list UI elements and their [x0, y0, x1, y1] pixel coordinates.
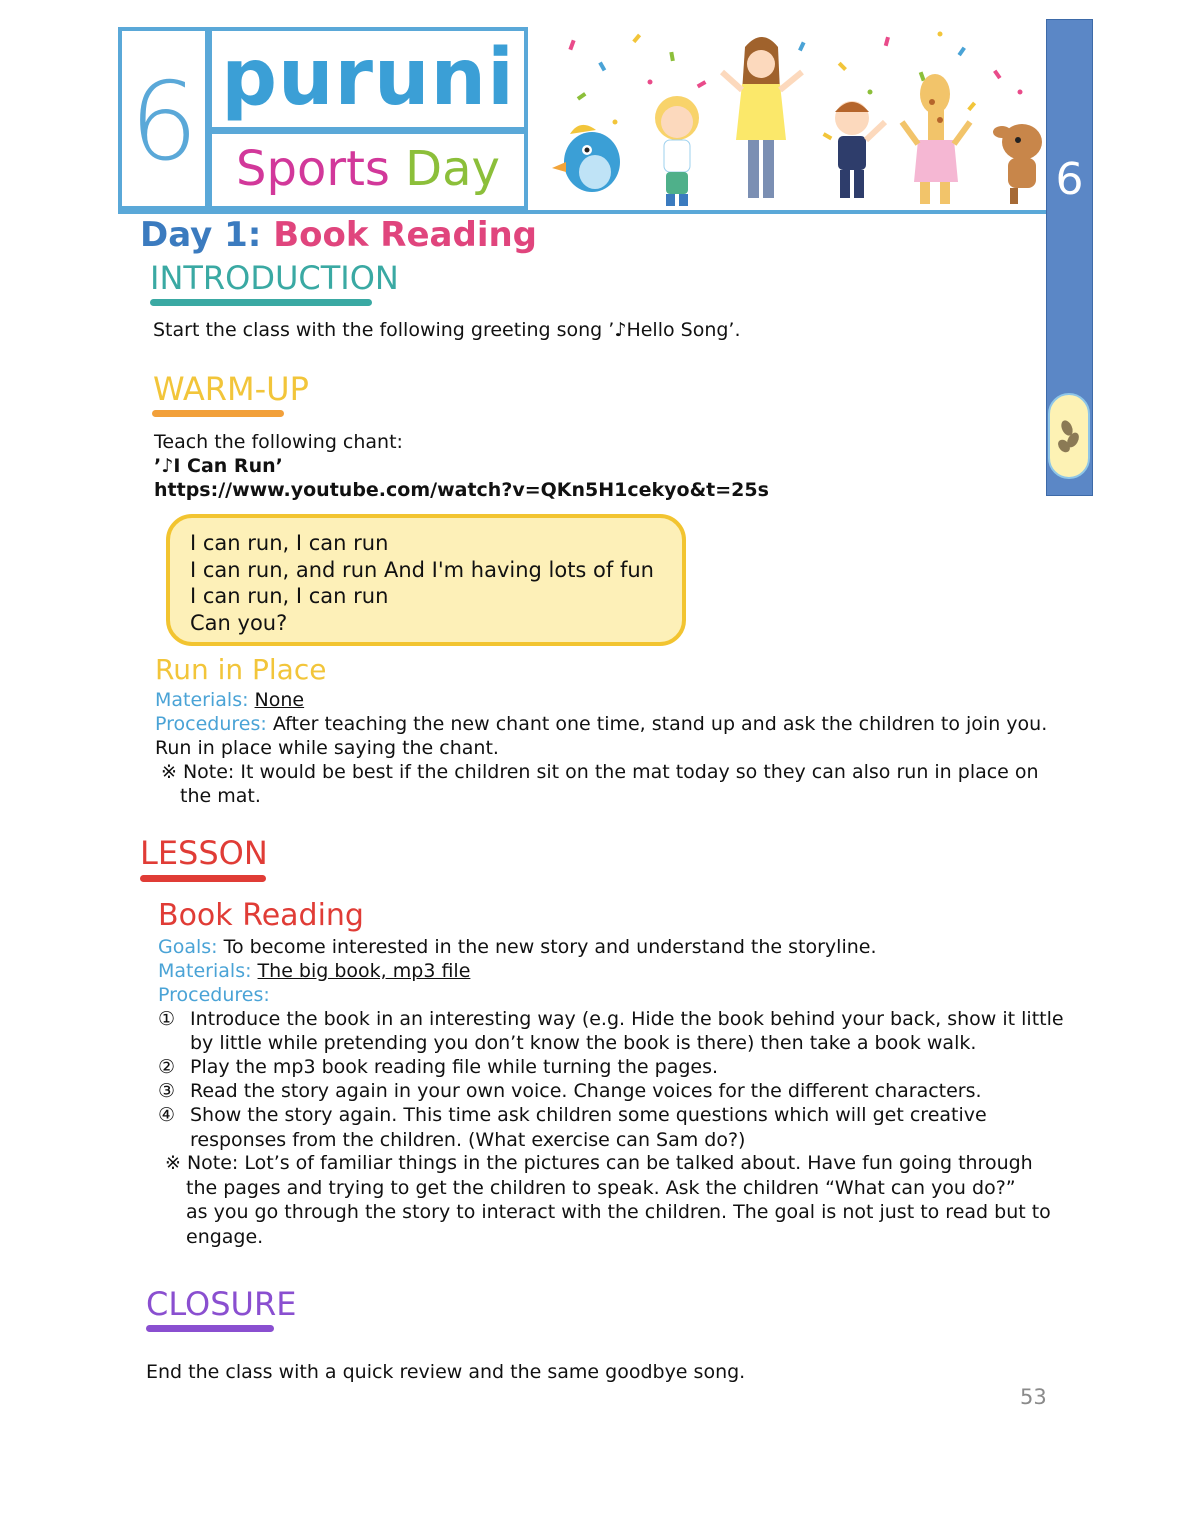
characters-illustration [552, 31, 1042, 206]
warmup-underline [152, 410, 284, 417]
side-tab-number: 6 [1055, 154, 1084, 205]
step-text: by little while pretending you don’t kno… [190, 1032, 977, 1054]
chant-line: Can you? [190, 610, 288, 635]
lesson-goals: Goals: To become interested in the new s… [158, 935, 877, 959]
chant-box: I can run, I can run I can run, and run … [166, 514, 686, 646]
subtitle-word-day: Day [405, 141, 500, 197]
activity-note-line: the mat. [180, 785, 261, 807]
lesson-materials: Materials: The big book, mp3 file [158, 959, 470, 983]
procedures-text: After teaching the new chant one time, s… [272, 713, 1048, 735]
bird-icon [552, 124, 620, 192]
teacher-icon [719, 37, 804, 198]
warmup-heading: WARM-UP [153, 370, 309, 408]
closure-text: End the class with a quick review and th… [146, 1361, 746, 1383]
page-number: 53 [1020, 1385, 1047, 1409]
boy-icon [835, 101, 888, 198]
chant-line: I can run, I can run [190, 584, 389, 608]
chant-line: I can run, I can run [190, 531, 389, 555]
step-text: Show the story again. This time ask chil… [190, 1104, 987, 1126]
warmup-song-title: ’♪I Can Run’ [154, 455, 283, 477]
materials-label: Materials: [158, 960, 252, 982]
closure-heading: CLOSURE [146, 1285, 297, 1323]
materials-value: The big book, mp3 file [257, 960, 471, 982]
introduction-text: Start the class with the following greet… [153, 319, 741, 341]
lesson-note-line: the pages and trying to get the children… [186, 1177, 1016, 1199]
introduction-heading: INTRODUCTION [150, 259, 399, 297]
step-text: Play the mp3 book reading file while tur… [190, 1056, 719, 1078]
lesson-note-line: engage. [186, 1226, 264, 1248]
subtitle-word-sports: Sports [236, 141, 390, 197]
giraffe-icon [899, 74, 973, 204]
procedures-label: Procedures: [155, 713, 267, 735]
step-number: ① [158, 1008, 176, 1030]
lesson-underline [140, 875, 266, 882]
goals-label: Goals: [158, 936, 218, 958]
unit-number: 6 [129, 60, 199, 185]
step-number: ② [158, 1056, 176, 1078]
warmup-intro: Teach the following chant: [154, 431, 403, 453]
warmup-song-link[interactable]: https://www.youtube.com/watch?v=QKn5H1ce… [154, 478, 769, 502]
activity-title: Run in Place [155, 653, 327, 686]
step-number: ④ [158, 1104, 176, 1126]
title-name: Book Reading [273, 215, 538, 255]
materials-value: None [254, 689, 305, 711]
introduction-underline [150, 299, 372, 306]
blonde-girl-icon [655, 96, 699, 206]
deer-icon [993, 124, 1042, 204]
activity-procedures: Procedures: After teaching the new chant… [155, 712, 1047, 736]
lesson-note-line: ※ Note: Lot’s of familiar things in the … [165, 1152, 1033, 1174]
goals-text: To become interested in the new story an… [223, 936, 877, 958]
step-text: Read the story again in your own voice. … [190, 1080, 982, 1102]
title-day: Day 1: [140, 215, 262, 255]
lesson-note-line: as you go through the story to interact … [186, 1201, 1051, 1223]
step-text: responses from the children. (What exerc… [190, 1129, 746, 1151]
lesson-heading: LESSON [140, 834, 268, 872]
chant-line: I can run, and run And I'm having lots o… [190, 557, 654, 582]
seed-icon [1058, 420, 1079, 453]
step-text: Introduce the book in an interesting way… [190, 1008, 1064, 1030]
procedures-cont: Run in place while saying the chant. [155, 737, 499, 759]
materials-label: Materials: [155, 689, 249, 711]
lesson-title: Book Reading [158, 898, 364, 933]
activity-materials: Materials: None [155, 688, 304, 712]
unit-subtitle: Sports Day [212, 134, 524, 204]
confetti-icon [568, 31, 1023, 141]
procedures-label: Procedures: [158, 984, 270, 1006]
step-number: ③ [158, 1080, 176, 1102]
activity-note-line: ※ Note: It would be best if the children… [161, 761, 1039, 783]
page-title: Day 1: Book Reading [140, 211, 537, 259]
closure-underline [146, 1325, 274, 1332]
brand-logo: puruni [221, 33, 515, 123]
